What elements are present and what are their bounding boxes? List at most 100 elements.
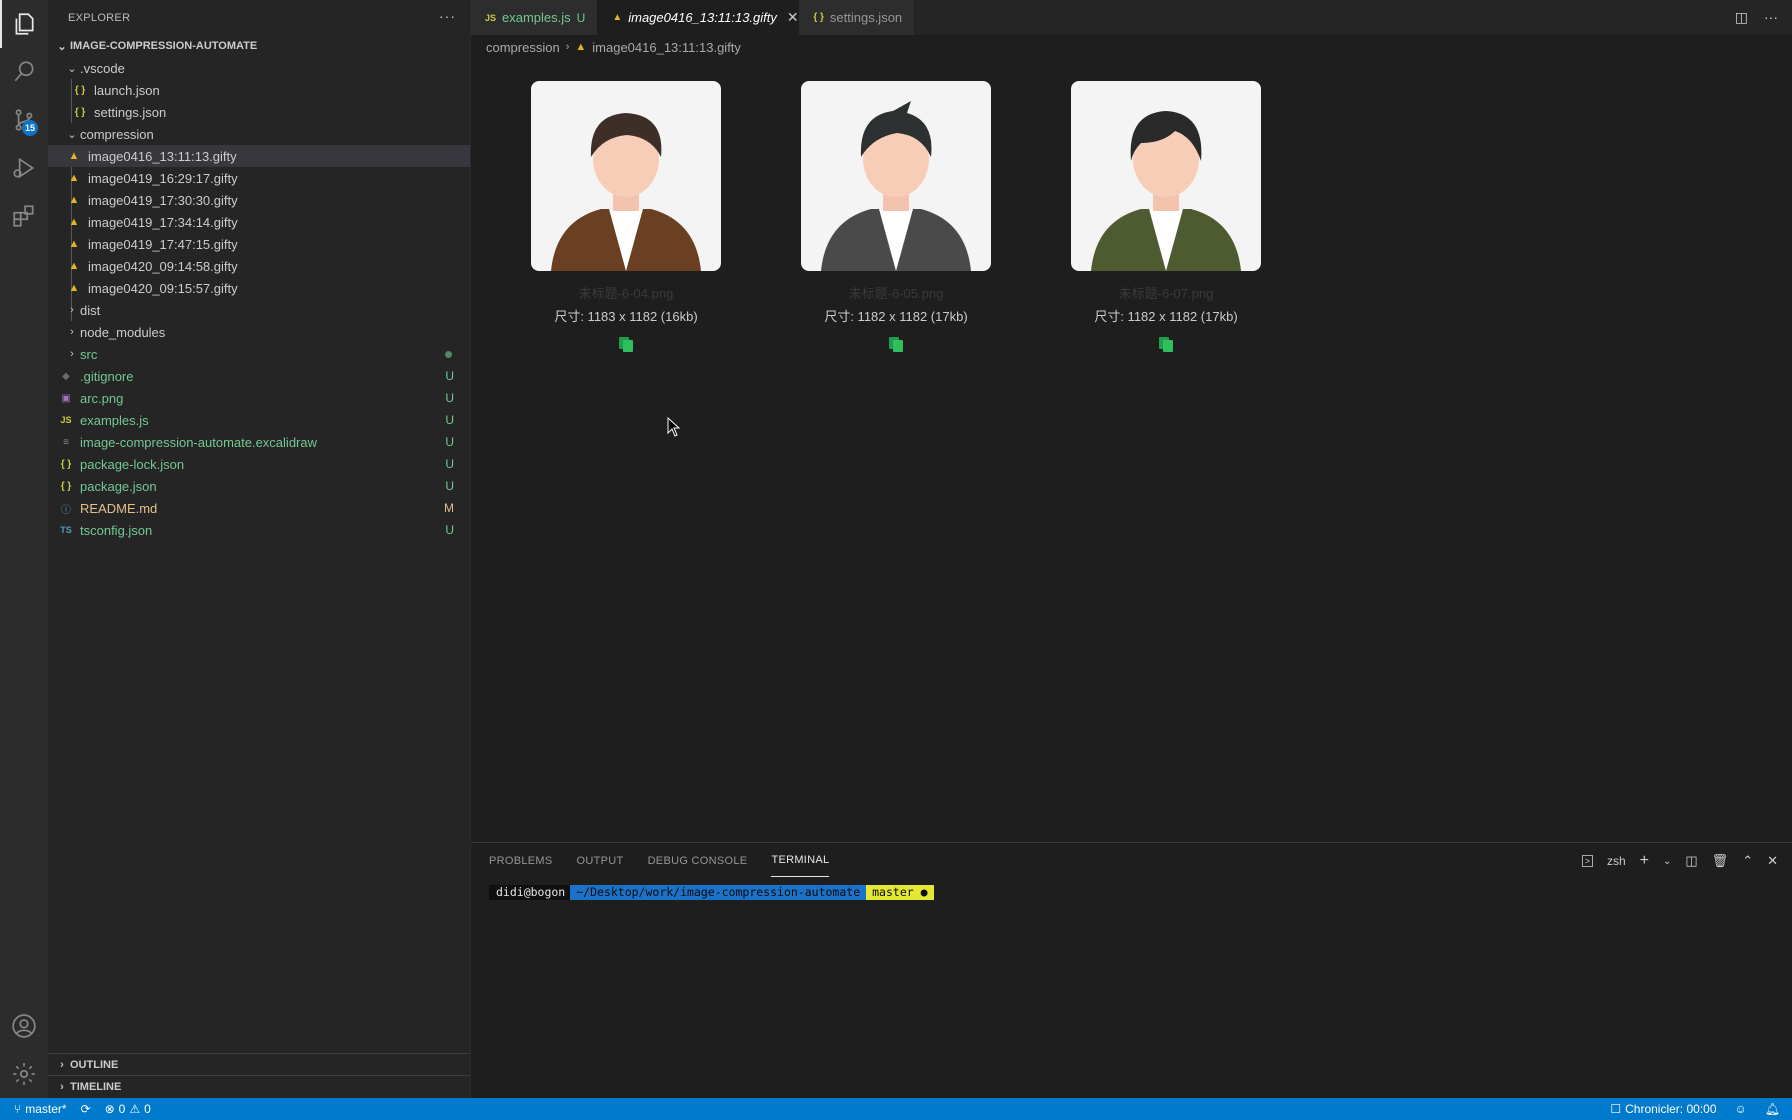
breadcrumb-file[interactable]: image0416_13:11:13.gifty [592, 40, 741, 55]
status-bar: ⑂ master* ⟳ ⊗ 0 ⚠ 0 ☐ Chronicler: 00:00 … [0, 1098, 1792, 1120]
extensions-icon[interactable] [0, 192, 48, 240]
tree-item-label: image0420_09:14:58.gifty [88, 258, 238, 274]
image-card[interactable]: 未标题-6-05.png 尺寸: 1182 x 1182 (17kb) [801, 81, 991, 358]
document-file-icon: ≡ [63, 436, 69, 448]
tree-folder-vscode[interactable]: ⌄ .vscode [48, 57, 470, 79]
tree-file-gifty[interactable]: ▲ image0420_09:15:57.gifty [48, 277, 470, 299]
bottom-panel: PROBLEMS OUTPUT DEBUG CONSOLE TERMINAL >… [471, 842, 1792, 1099]
settings-gear-icon[interactable] [0, 1050, 48, 1098]
close-icon[interactable]: ✕ [787, 9, 799, 26]
tree-file-arc-png[interactable]: ▣ arc.png U [48, 387, 470, 409]
source-control-icon[interactable]: 15 [0, 96, 48, 144]
tree-file-gifty[interactable]: ▲ image0419_17:34:14.gifty [48, 211, 470, 233]
tree-folder-node-modules[interactable]: › node_modules [48, 321, 470, 343]
ts-file-icon: TS [60, 525, 72, 535]
tree-file-launch-json[interactable]: { } launch.json [48, 79, 470, 101]
close-panel-icon[interactable]: ✕ [1767, 853, 1778, 869]
branch-indicator[interactable]: ⑂ master* [14, 1102, 67, 1116]
tab-terminal[interactable]: TERMINAL [771, 843, 830, 877]
terminal-prompt[interactable]: didi@bogon ~/Desktop/work/image-compress… [489, 885, 934, 900]
tree-item-label: README.md [80, 500, 158, 516]
problems-indicator[interactable]: ⊗ 0 ⚠ 0 [105, 1102, 151, 1116]
git-status: U [445, 523, 454, 537]
tree-file-gifty[interactable]: ▲ image0419_17:47:15.gifty [48, 233, 470, 255]
tab-debug-console[interactable]: DEBUG CONSOLE [648, 843, 748, 878]
tree-item-label: image0419_17:30:30.gifty [88, 192, 238, 208]
branch-name: master* [25, 1102, 67, 1116]
json-file-icon: { } [60, 480, 72, 492]
tree-item-label: tsconfig.json [80, 522, 153, 538]
gifty-file-icon: ▲ [68, 150, 80, 162]
tree-file-settings-json[interactable]: { } settings.json [48, 101, 470, 123]
scm-badge: 15 [22, 120, 38, 136]
chevron-down-icon[interactable]: ⌄ [1663, 856, 1671, 867]
split-terminal-icon[interactable]: ◫ [1685, 853, 1697, 869]
avatar-image [531, 81, 721, 271]
tree-file-gifty[interactable]: ▲ image0419_16:29:17.gifty [48, 167, 470, 189]
split-editor-icon[interactable]: ◫ [1735, 9, 1748, 26]
tree-file-readme[interactable]: ⓘ README.md M [48, 497, 470, 519]
chevron-right-icon: › [565, 41, 570, 53]
chronicler-label: Chronicler: 00:00 [1625, 1102, 1717, 1116]
search-icon[interactable] [0, 48, 48, 96]
bell-icon[interactable]: 🔔︎ [1765, 1102, 1780, 1116]
tab-examples-js[interactable]: JS examples.js U [471, 0, 599, 35]
tree-item-label: package.json [80, 478, 157, 494]
shell-name[interactable]: zsh [1607, 854, 1626, 868]
tree-file-package-lock[interactable]: { } package-lock.json U [48, 453, 470, 475]
tree-folder-src[interactable]: › src [48, 343, 470, 365]
copy-icon[interactable] [887, 335, 905, 353]
image-file-icon: ▣ [61, 392, 71, 404]
tree-file-gitignore[interactable]: ◆ .gitignore U [48, 365, 470, 387]
gifty-file-icon: ▲ [68, 260, 80, 272]
tree-file-tsconfig[interactable]: TS tsconfig.json U [48, 519, 470, 541]
explorer-icon[interactable] [0, 0, 48, 48]
image-card[interactable]: 未标题-6-04.png 尺寸: 1183 x 1182 (16kb) [531, 81, 721, 358]
warning-count: 0 [144, 1102, 151, 1116]
copy-icon[interactable] [1157, 335, 1175, 353]
tree-file-excalidraw[interactable]: ≡ image-compression-automate.excalidraw … [48, 431, 470, 453]
prompt-branch: master ● [866, 885, 934, 900]
workspace-root[interactable]: ⌄ IMAGE-COMPRESSION-AUTOMATE [48, 35, 470, 57]
sync-icon: ⟳ [80, 1102, 91, 1116]
json-file-icon: { } [74, 84, 86, 96]
account-icon[interactable] [0, 1002, 48, 1050]
tab-problems[interactable]: PROBLEMS [489, 843, 553, 878]
sync-button[interactable]: ⟳ [81, 1102, 91, 1116]
tree-folder-compression[interactable]: ⌄ compression [48, 123, 470, 145]
tab-output[interactable]: OUTPUT [577, 843, 624, 878]
tree-folder-dist[interactable]: › dist [48, 299, 470, 321]
run-debug-icon[interactable] [0, 144, 48, 192]
git-file-icon: ◆ [62, 370, 70, 382]
more-actions-icon[interactable]: ··· [1764, 9, 1778, 26]
tree-item-label: image0419_17:34:14.gifty [88, 214, 238, 230]
image-card[interactable]: 未标题-6-07.png 尺寸: 1182 x 1182 (17kb) [1071, 81, 1261, 358]
feedback-icon[interactable]: ☺ [1735, 1102, 1747, 1116]
timeline-section[interactable]: › TIMELINE [48, 1075, 470, 1098]
tab-settings-json[interactable]: { } settings.json [799, 0, 916, 35]
tree-file-gifty[interactable]: ▲ image0419_17:30:30.gifty [48, 189, 470, 211]
trash-icon[interactable]: 🗑︎ [1712, 853, 1729, 869]
tree-file-examples-js[interactable]: JS examples.js U [48, 409, 470, 431]
git-status: U [445, 413, 454, 427]
more-actions-icon[interactable]: ··· [439, 8, 456, 24]
git-branch-icon: ⑂ [14, 1102, 22, 1116]
tree-file-gifty[interactable]: ▲ image0420_09:14:58.gifty [48, 255, 470, 277]
tree-file-gifty[interactable]: ▲ image0416_13:11:13.gifty [48, 145, 470, 167]
tab-gifty-active[interactable]: ▲ image0416_13:11:13.gifty ✕ [598, 0, 800, 35]
tree-item-label: launch.json [94, 82, 160, 98]
outline-section[interactable]: › OUTLINE [48, 1053, 470, 1076]
chronicler-item[interactable]: ☐ Chronicler: 00:00 [1610, 1102, 1716, 1116]
copy-icon[interactable] [617, 335, 635, 353]
breadcrumb-folder[interactable]: compression [486, 40, 560, 55]
tree-file-package-json[interactable]: { } package.json U [48, 475, 470, 497]
file-tree: ⌄ .vscode { } launch.json { } settings.j… [48, 57, 470, 541]
error-count: 0 [118, 1102, 126, 1116]
tree-item-label: package-lock.json [80, 456, 185, 472]
new-terminal-icon[interactable]: + [1640, 852, 1649, 870]
maximize-panel-icon[interactable]: ⌃ [1742, 853, 1753, 869]
image-size: 尺寸: 1182 x 1182 (17kb) [824, 309, 968, 324]
prompt-user: didi@bogon [489, 885, 571, 900]
image-filename: 未标题-6-04.png [578, 286, 674, 301]
square-icon: ☐ [1610, 1102, 1622, 1116]
